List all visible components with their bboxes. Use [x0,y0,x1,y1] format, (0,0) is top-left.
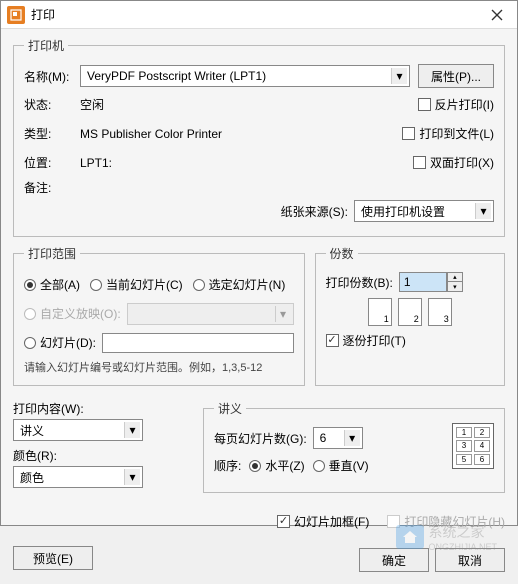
radio-icon [24,337,36,349]
range-group: 打印范围 全部(A) 当前幻灯片(C) 选定幻灯片(N) 自定义放映(O): ▾… [13,245,305,386]
range-selected-radio[interactable]: 选定幻灯片(N) [193,276,286,293]
radio-icon [249,460,261,472]
chevron-down-icon: ▾ [124,422,140,438]
range-hint: 请输入幻灯片编号或幻灯片范围。例如，1,3,5-12 [24,359,294,375]
copies-group: 份数 打印份数(B): ▴▾ 1 2 3 逐份打印(T) [315,245,505,386]
print-to-file-checkbox[interactable]: 打印到文件(L) [402,125,494,142]
checkbox-icon [326,334,339,347]
copies-count-label: 打印份数(B): [326,274,393,291]
color-value: 颜色 [20,469,124,486]
window-title: 打印 [31,6,483,23]
spin-down-icon: ▾ [448,282,462,291]
per-page-combo[interactable]: 6 ▾ [313,427,363,449]
chevron-down-icon: ▾ [475,203,491,219]
handout-layout-icon: 1 2 3 4 5 6 [452,423,494,469]
chevron-down-icon: ▾ [391,68,407,84]
radio-icon [24,279,36,291]
collate-checkbox[interactable]: 逐份打印(T) [326,332,494,349]
printer-name-combo[interactable]: VeryPDF Postscript Writer (LPT1) ▾ [80,65,410,87]
radio-icon [24,308,36,320]
copies-spinner[interactable]: ▴▾ [447,272,463,292]
app-icon [7,6,25,24]
paper-source-label: 纸张来源(S): [281,203,348,220]
chevron-down-icon: ▾ [124,469,140,485]
copies-legend: 份数 [326,245,358,262]
where-value: LPT1: [80,156,413,170]
color-label: 颜色(R): [13,447,193,464]
paper-source-value: 使用打印机设置 [361,203,475,220]
printer-legend: 打印机 [24,37,68,54]
content-label: 打印内容(W): [13,400,193,417]
range-current-radio[interactable]: 当前幻灯片(C) [90,276,183,293]
range-all-radio[interactable]: 全部(A) [24,276,80,293]
radio-icon [193,279,205,291]
printer-group: 打印机 名称(M): VeryPDF Postscript Writer (LP… [13,37,505,237]
type-label: 类型: [24,125,80,142]
ok-button[interactable]: 确定 [359,548,429,572]
collate-icon: 1 [368,298,392,326]
where-label: 位置: [24,154,80,171]
titlebar: 打印 [1,1,517,29]
collate-preview: 1 2 3 [326,298,494,326]
checkbox-icon [418,98,431,111]
content-combo[interactable]: 讲义 ▾ [13,419,143,441]
invert-checkbox[interactable]: 反片打印(I) [418,96,494,113]
hidden-checkbox: 打印隐藏幻灯片(H) [387,513,505,530]
print-dialog: 打印 打印机 名称(M): VeryPDF Postscript Writer … [0,0,518,526]
order-horiz-radio[interactable]: 水平(Z) [249,457,304,474]
checkbox-icon [402,127,415,140]
content-value: 讲义 [20,422,124,439]
collate-icon: 3 [428,298,452,326]
slides-input[interactable] [102,333,294,353]
spin-up-icon: ▴ [448,273,462,282]
range-legend: 打印范围 [24,245,80,262]
radio-icon [313,460,325,472]
per-page-label: 每页幻灯片数(G): [214,430,307,447]
cancel-button[interactable]: 取消 [435,548,505,572]
handouts-group: 讲义 每页幻灯片数(G): 6 ▾ 顺序: [203,400,505,493]
paper-source-combo[interactable]: 使用打印机设置 ▾ [354,200,494,222]
frame-checkbox[interactable]: 幻灯片加框(F) [277,513,369,530]
per-page-value: 6 [320,431,344,445]
handouts-legend: 讲义 [214,400,246,417]
checkbox-icon [413,156,426,169]
range-slides-radio[interactable]: 幻灯片(D): [24,334,96,351]
checkbox-icon [387,515,400,528]
radio-icon [90,279,102,291]
close-icon [491,9,503,21]
range-custom-show-radio: 自定义放映(O): [24,305,121,322]
checkbox-icon [277,515,290,528]
order-vert-radio[interactable]: 垂直(V) [313,457,369,474]
status-value: 空闲 [80,96,418,113]
order-label: 顺序: [214,457,241,474]
chevron-down-icon: ▾ [275,306,291,322]
preview-button[interactable]: 预览(E) [13,546,93,570]
custom-show-combo: ▾ [127,303,294,325]
printer-name-value: VeryPDF Postscript Writer (LPT1) [87,69,391,83]
comment-label: 备注: [24,179,80,196]
type-value: MS Publisher Color Printer [80,127,402,141]
collate-icon: 2 [398,298,422,326]
close-button[interactable] [483,1,511,29]
properties-button[interactable]: 属性(P)... [418,64,494,88]
chevron-down-icon: ▾ [344,430,360,446]
color-combo[interactable]: 颜色 ▾ [13,466,143,488]
status-label: 状态: [24,96,80,113]
duplex-checkbox[interactable]: 双面打印(X) [413,154,494,171]
printer-name-label: 名称(M): [24,68,80,85]
copies-input[interactable] [399,272,447,292]
